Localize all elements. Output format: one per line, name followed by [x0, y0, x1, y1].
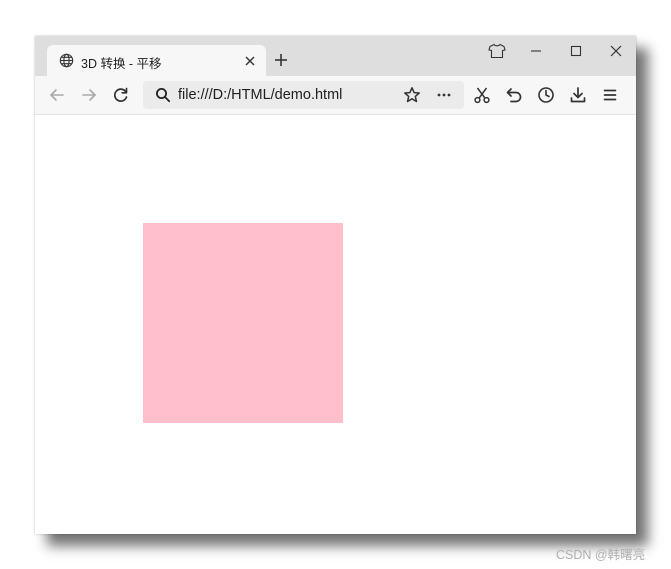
close-tab-icon[interactable]: [242, 53, 258, 69]
navigation-toolbar: file:///D:/HTML/demo.html: [35, 76, 636, 115]
search-icon: [155, 87, 171, 103]
tab-active[interactable]: 3D 转换 - 平移: [47, 45, 266, 77]
reload-icon[interactable]: [110, 84, 132, 106]
minimize-icon[interactable]: [523, 40, 549, 62]
more-options-icon[interactable]: [435, 86, 453, 104]
tab-strip: 3D 转换 - 平移: [35, 36, 636, 77]
page-content: [35, 115, 636, 534]
hamburger-menu-icon[interactable]: [599, 84, 621, 106]
url-text[interactable]: file:///D:/HTML/demo.html: [178, 87, 342, 103]
shirt-icon[interactable]: [484, 40, 510, 62]
address-bar[interactable]: file:///D:/HTML/demo.html: [143, 81, 464, 109]
maximize-icon[interactable]: [563, 40, 589, 62]
tab-title: 3D 转换 - 平移: [81, 57, 162, 71]
download-icon[interactable]: [567, 84, 589, 106]
undo-icon[interactable]: [503, 84, 525, 106]
forward-arrow-icon[interactable]: [78, 84, 100, 106]
close-window-icon[interactable]: [603, 40, 629, 62]
browser-window: 3D 转换 - 平移 file:///D:/HTML/demo.html: [35, 36, 636, 534]
watermark: CSDN @韩曙亮: [556, 548, 646, 562]
back-arrow-icon[interactable]: [46, 84, 68, 106]
history-clock-icon[interactable]: [535, 84, 557, 106]
globe-icon: [59, 53, 74, 68]
scissors-icon[interactable]: [471, 84, 493, 106]
new-tab-icon[interactable]: [273, 52, 289, 68]
star-bookmark-icon[interactable]: [403, 86, 421, 104]
pink-box: [143, 223, 343, 423]
